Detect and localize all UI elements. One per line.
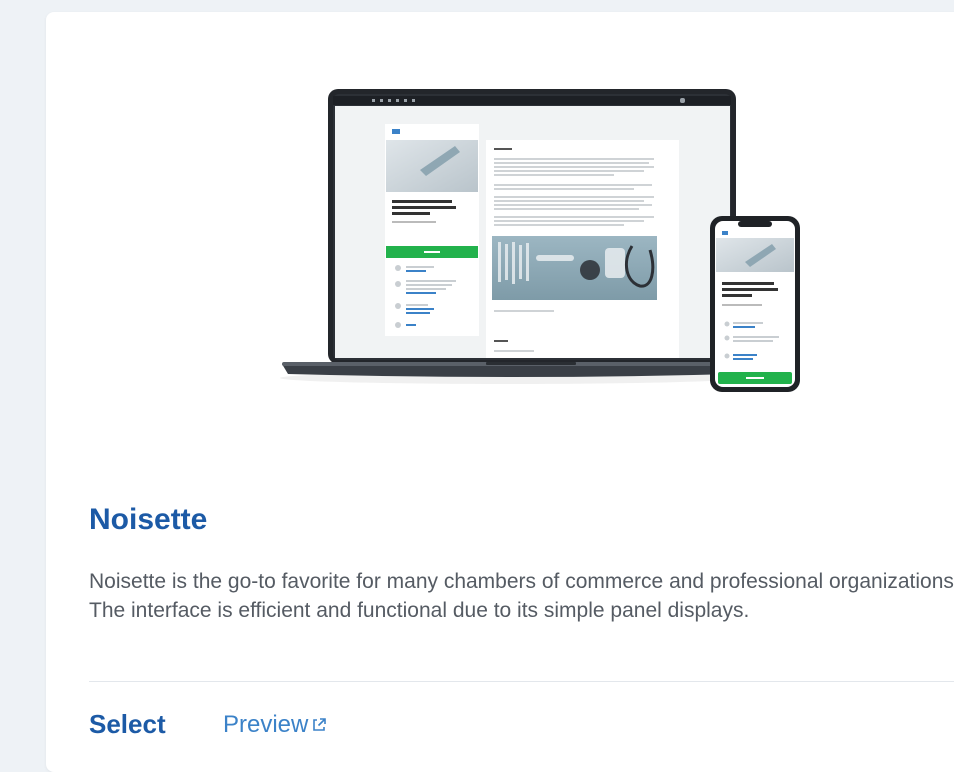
external-link-icon	[311, 712, 327, 740]
phone-mockup	[710, 216, 800, 392]
theme-title: Noisette	[89, 503, 208, 536]
preview-label: Preview	[223, 711, 309, 738]
preview-link[interactable]: Preview	[223, 711, 327, 740]
select-button[interactable]: Select	[89, 709, 166, 740]
theme-description: Noisette is the go-to favorite for many …	[89, 570, 954, 622]
laptop-mockup	[282, 89, 742, 377]
card-divider	[89, 681, 954, 682]
theme-preview-image	[280, 89, 800, 392]
